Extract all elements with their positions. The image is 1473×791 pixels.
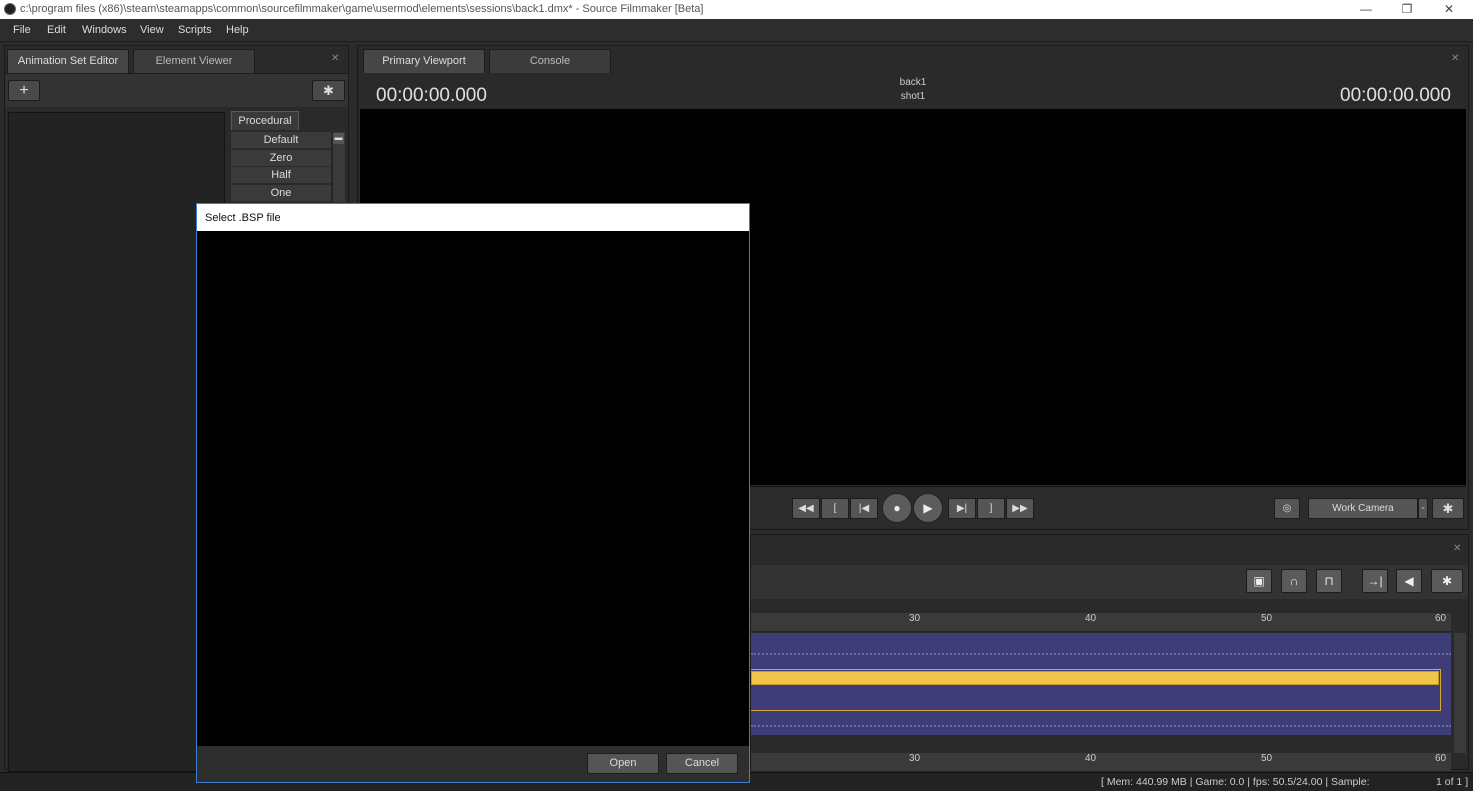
timeline-ruler-top[interactable]: 30 40 50 60 [751,613,1451,632]
shot-name: shot1 [900,91,926,102]
settings-gear-icon[interactable]: ✱ [312,80,345,101]
track-dots [751,653,1451,657]
lock-icon[interactable]: ▣ [1246,569,1272,593]
dialog-title-bar[interactable]: Select .BSP file [197,204,749,231]
timeline-close-icon[interactable]: ✕ [1453,543,1461,554]
jump-end-icon[interactable]: →| [1362,569,1388,593]
status-memory: [ Mem: 440.99 MB | Game: 0.0 | fps: 50.5… [1101,776,1370,788]
timecode-right: 00:00:00.000 [1340,85,1451,106]
ruler-tick: 40 [1085,613,1097,624]
menu-bar: File Edit Windows View Scripts Help [0,19,1473,42]
dialog-title: Select .BSP file [205,212,281,224]
track-dots [751,725,1451,729]
viewport-close-icon[interactable]: ✕ [1451,53,1459,64]
select-bsp-dialog: Select .BSP file Open Cancel [196,203,750,783]
camera-select[interactable]: Work Camera [1308,498,1418,519]
timeline-track[interactable] [751,633,1451,735]
app-icon [4,3,16,15]
clip-name: back1 [899,77,927,88]
play-button[interactable]: ▶ [913,493,943,523]
magnet-icon[interactable]: ∩ [1281,569,1307,593]
add-animation-set-button[interactable]: + [8,80,40,101]
close-button[interactable]: ✕ [1426,0,1472,19]
fast-forward-button[interactable]: ▶▶ [1006,498,1034,519]
timeline-toolbar: ▣ ∩ ⊓ →| ◀ ✱ [751,565,1468,599]
ruler-tick: 50 [1261,753,1273,764]
cancel-button[interactable]: Cancel [666,753,738,774]
timeline-scrollbar[interactable] [1454,633,1466,753]
menu-scripts[interactable]: Scripts [178,24,212,36]
rewind-button[interactable]: ◀◀ [792,498,820,519]
dialog-footer: Open Cancel [197,746,749,782]
title-bar: c:\program files (x86)\steam\steamapps\c… [0,0,1473,19]
menu-view[interactable]: View [140,24,164,36]
menu-file[interactable]: File [13,24,31,36]
timecode-left: 00:00:00.000 [376,85,487,106]
shot-clip[interactable] [751,671,1439,685]
minimize-button[interactable]: — [1343,0,1389,19]
status-page: 1 of 1 ] [1436,776,1469,788]
magnet-alt-icon[interactable]: ⊓ [1316,569,1342,593]
timeline-ruler-bottom[interactable]: 30 40 50 60 [751,753,1451,772]
ruler-tick: 60 [1435,753,1447,764]
next-frame-button[interactable]: ▶| [948,498,976,519]
mark-in-button[interactable]: [ [821,498,849,519]
menu-help[interactable]: Help [226,24,249,36]
camera-target-icon[interactable]: ◎ [1274,498,1300,519]
timeline-panel: ✕ ▣ ∩ ⊓ →| ◀ ✱ 30 40 50 60 30 40 50 60 [750,534,1469,772]
menu-windows[interactable]: Windows [82,24,127,36]
procedural-one[interactable]: One [231,185,331,202]
mark-out-button[interactable]: ] [977,498,1005,519]
viewport-settings-gear-icon[interactable]: ✱ [1432,498,1464,519]
ruler-tick: 60 [1435,613,1447,624]
menu-edit[interactable]: Edit [47,24,66,36]
ruler-tick: 40 [1085,753,1097,764]
ruler-tick: 50 [1261,613,1273,624]
ruler-tick: 30 [909,753,921,764]
tab-procedural[interactable]: Procedural [231,111,299,130]
anim-toolbar: + ✱ [5,73,348,107]
camera-select-label: Work Camera [1332,503,1394,514]
open-button[interactable]: Open [587,753,659,774]
animation-set-list[interactable] [8,112,225,772]
tab-console[interactable]: Console [489,49,611,73]
volume-icon[interactable]: ◀ [1396,569,1422,593]
procedural-zero[interactable]: Zero [231,150,331,167]
restore-button[interactable]: ❐ [1384,0,1430,19]
tab-element-viewer[interactable]: Element Viewer [133,49,255,73]
ruler-tick: 30 [909,613,921,624]
prev-frame-button[interactable]: |◀ [850,498,878,519]
record-button[interactable]: ● [882,493,912,523]
tab-primary-viewport[interactable]: Primary Viewport [363,49,485,73]
procedural-half[interactable]: Half [231,167,331,184]
file-list[interactable] [197,231,749,746]
tab-animation-set-editor[interactable]: Animation Set Editor [7,49,129,73]
camera-dropdown-arrow-icon[interactable]: - [1418,498,1428,519]
scroll-up-icon[interactable]: ▬ [333,133,344,144]
procedural-default[interactable]: Default [231,132,331,149]
window-title: c:\program files (x86)\steam\steamapps\c… [20,3,704,15]
timeline-settings-gear-icon[interactable]: ✱ [1431,569,1463,593]
panel-close-icon[interactable]: ✕ [331,53,339,64]
